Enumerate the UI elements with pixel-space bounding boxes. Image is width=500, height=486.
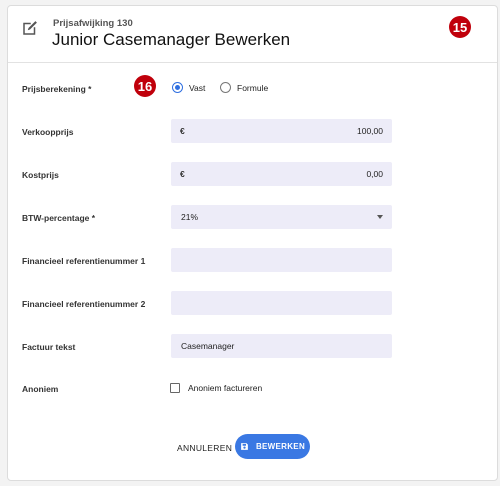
ref2-label: Financieel referentienummer 2 <box>22 299 146 309</box>
cost-price-input[interactable]: € 0,00 <box>171 162 392 186</box>
dialog-header: Prijsafwijking 130 Junior Casemanager Be… <box>8 6 497 63</box>
dialog-subtitle: Prijsafwijking 130 <box>53 18 133 29</box>
radio-vast-label: Vast <box>189 82 206 93</box>
radio-formule-label: Formule <box>237 82 269 93</box>
anonymous-checkbox[interactable] <box>170 383 180 393</box>
cost-price-value: 0,00 <box>366 169 383 179</box>
save-icon <box>241 443 248 450</box>
invoice-text-input[interactable]: Casemanager <box>171 334 392 358</box>
step-badge-15: 15 <box>449 16 471 38</box>
edit-icon <box>23 21 37 35</box>
vat-select[interactable]: 21% <box>171 205 392 229</box>
radio-vast[interactable]: Vast <box>172 82 205 93</box>
invoice-text-label: Factuur tekst <box>22 342 76 352</box>
invoice-text-value: Casemanager <box>181 341 235 351</box>
save-button[interactable]: BEWERKEN <box>235 434 310 459</box>
radio-selected-icon <box>172 82 183 93</box>
step-badge-16: 16 <box>134 75 156 97</box>
vat-label: BTW-percentage * <box>22 213 96 223</box>
currency-prefix: € <box>180 169 185 179</box>
dialog-title: Junior Casemanager Bewerken <box>52 30 291 49</box>
cost-price-label: Kostprijs <box>22 170 59 180</box>
edit-dialog: Prijsafwijking 130 Junior Casemanager Be… <box>7 5 498 481</box>
sale-price-value: 100,00 <box>357 126 383 136</box>
cancel-button[interactable]: ANNULEREN <box>177 443 232 453</box>
anonymous-checkbox-row[interactable]: Anoniem factureren <box>170 383 262 393</box>
currency-prefix: € <box>180 126 185 136</box>
radio-unselected-icon <box>220 82 231 93</box>
sale-price-label: Verkoopprijs <box>22 127 74 137</box>
sale-price-input[interactable]: € 100,00 <box>171 119 392 143</box>
ref1-label: Financieel referentienummer 1 <box>22 256 146 266</box>
anonymous-checkbox-label: Anoniem factureren <box>188 383 263 393</box>
anonymous-label: Anoniem <box>22 384 59 394</box>
pricing-label: Prijsberekening * <box>22 84 92 94</box>
radio-formule[interactable]: Formule <box>220 82 268 93</box>
vat-value: 21% <box>181 212 199 222</box>
ref2-input[interactable] <box>171 291 392 315</box>
save-button-label: BEWERKEN <box>255 442 306 451</box>
caret-down-icon <box>377 215 383 219</box>
ref1-input[interactable] <box>171 248 392 272</box>
